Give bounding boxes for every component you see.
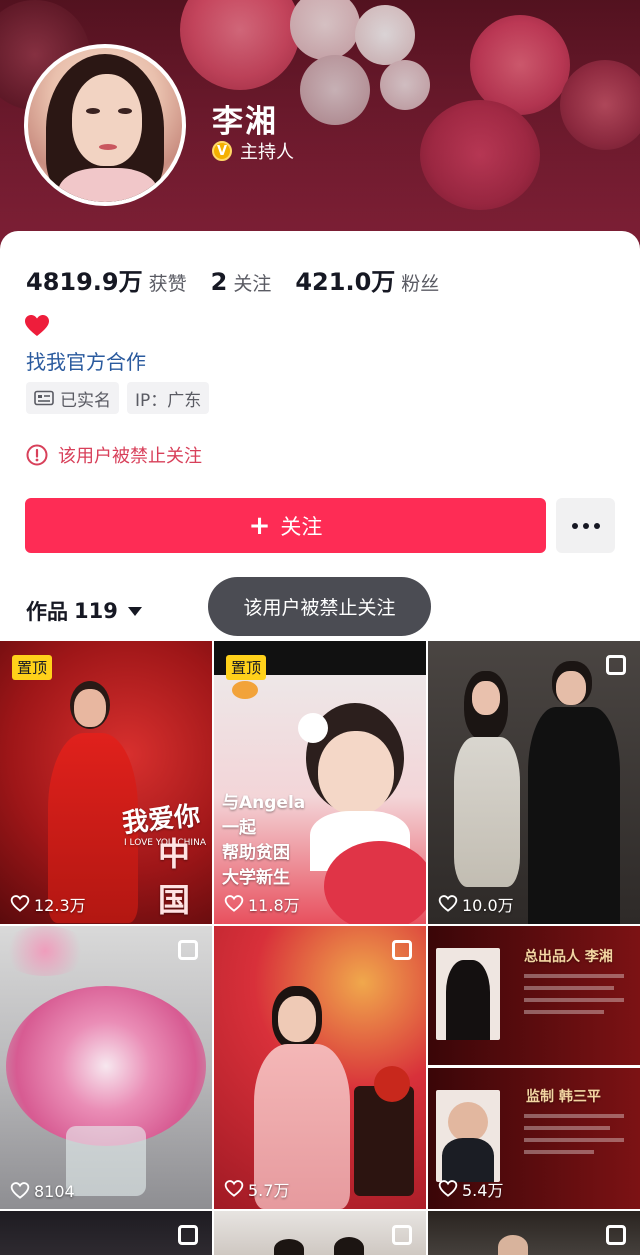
heart-outline-icon [224,895,244,912]
works-tab-label: 作品 [26,600,68,624]
video-tile[interactable] [0,1211,212,1255]
avatar[interactable] [24,44,186,206]
likes-label: 获赞 [148,273,187,295]
video-tile[interactable]: 与Angela 一起 帮助贫困 大学新生 置顶 11.8万 [214,641,426,924]
followers-count[interactable]: 421.0万 [295,262,395,297]
glass-vase [66,1126,146,1196]
video-likes: 10.0万 [438,892,514,916]
verified-badge-icon: V [212,141,232,161]
heart-outline-icon [438,1180,458,1197]
likes-count: 4819.9万 [26,268,143,296]
follow-button-label: 关注 [280,514,323,539]
video-caption-2: 中国 [158,835,191,919]
more-options-button[interactable] [556,498,615,553]
channel-logo-icon [232,681,258,699]
stats-row: 4819.9万 获赞 2 关注 421.0万 粉丝 [26,262,463,297]
following-count[interactable]: 2 [211,268,228,296]
heart-outline-icon [10,895,30,912]
id-card-icon [34,390,54,406]
ip-label: IP：广东 [135,390,202,411]
video-caption-lines: 与Angela 一起 帮助贫困 大学新生 [222,793,306,888]
pink-dahlia-flower [6,986,206,1146]
video-tile[interactable]: 总出品人 李湘 监制 韩三平 5.4万 [428,926,640,1209]
multi-image-icon [606,655,626,675]
pinned-badge: 置顶 [226,655,267,680]
ip-tag: IP：广东 [127,382,210,414]
alert-circle-icon [26,444,48,466]
multi-image-icon [178,1225,198,1245]
following-label[interactable]: 关注 [233,269,271,296]
followers-label[interactable]: 粉丝 [401,269,439,296]
heart-outline-icon [10,1182,30,1199]
realname-tag: 已实名 [26,382,119,414]
video-tile[interactable] [214,1211,426,1255]
video-likes: 5.7万 [224,1177,289,1201]
supervisor-title: 监制 韩三平 [526,1089,601,1105]
pinned-badge: 置顶 [12,655,53,680]
multi-image-icon [178,940,198,960]
video-tile[interactable] [428,1211,640,1255]
video-likes: 11.8万 [224,892,300,916]
video-tile[interactable]: 我爱你 I LOVE YOU CHINA 中国 置顶 12.3万 [0,641,212,924]
verified-row: V 主持人 [212,138,294,164]
official-cooperation-link[interactable]: 找我官方合作 [26,346,146,375]
profile-name: 李湘 [212,104,278,140]
realname-label: 已实名 [60,390,111,411]
heart-icon [24,314,50,342]
figure-in-white-dress [454,737,520,887]
video-likes: 5.4万 [438,1177,503,1201]
heart-outline-icon [438,895,458,912]
video-tile[interactable]: 8104 [0,926,212,1209]
toast-message: 该用户被禁止关注 [208,577,431,636]
video-tile[interactable]: 10.0万 [428,641,640,924]
multi-image-icon [392,940,412,960]
more-dots-icon [571,522,578,529]
video-likes: 12.3万 [10,892,86,916]
follow-button[interactable]: + 关注 [25,498,546,553]
banned-notice-label: 该用户被禁止关注 [58,446,202,467]
banned-notice: 该用户被禁止关注 [26,442,202,468]
verified-label: 主持人 [240,142,294,163]
producer-photo [446,960,490,1040]
video-tile[interactable]: 5.7万 [214,926,426,1209]
tags-row: 已实名 IP：广东 [26,382,210,414]
heart-outline-icon [224,1180,244,1197]
profile-header: 李湘 V 主持人 [0,0,640,250]
child-face [318,731,394,815]
multi-image-icon [606,1225,626,1245]
figure-in-black-coat [528,707,620,924]
supervisor-photo [442,1138,494,1182]
multi-image-icon [392,1225,412,1245]
plus-icon: + [248,510,271,541]
tab-works[interactable]: 作品 119 [26,596,142,626]
video-likes: 8104 [10,1181,75,1201]
chevron-down-icon [127,606,142,616]
producer-title: 总出品人 李湘 [524,949,613,965]
works-tab-count: 119 [74,599,118,623]
